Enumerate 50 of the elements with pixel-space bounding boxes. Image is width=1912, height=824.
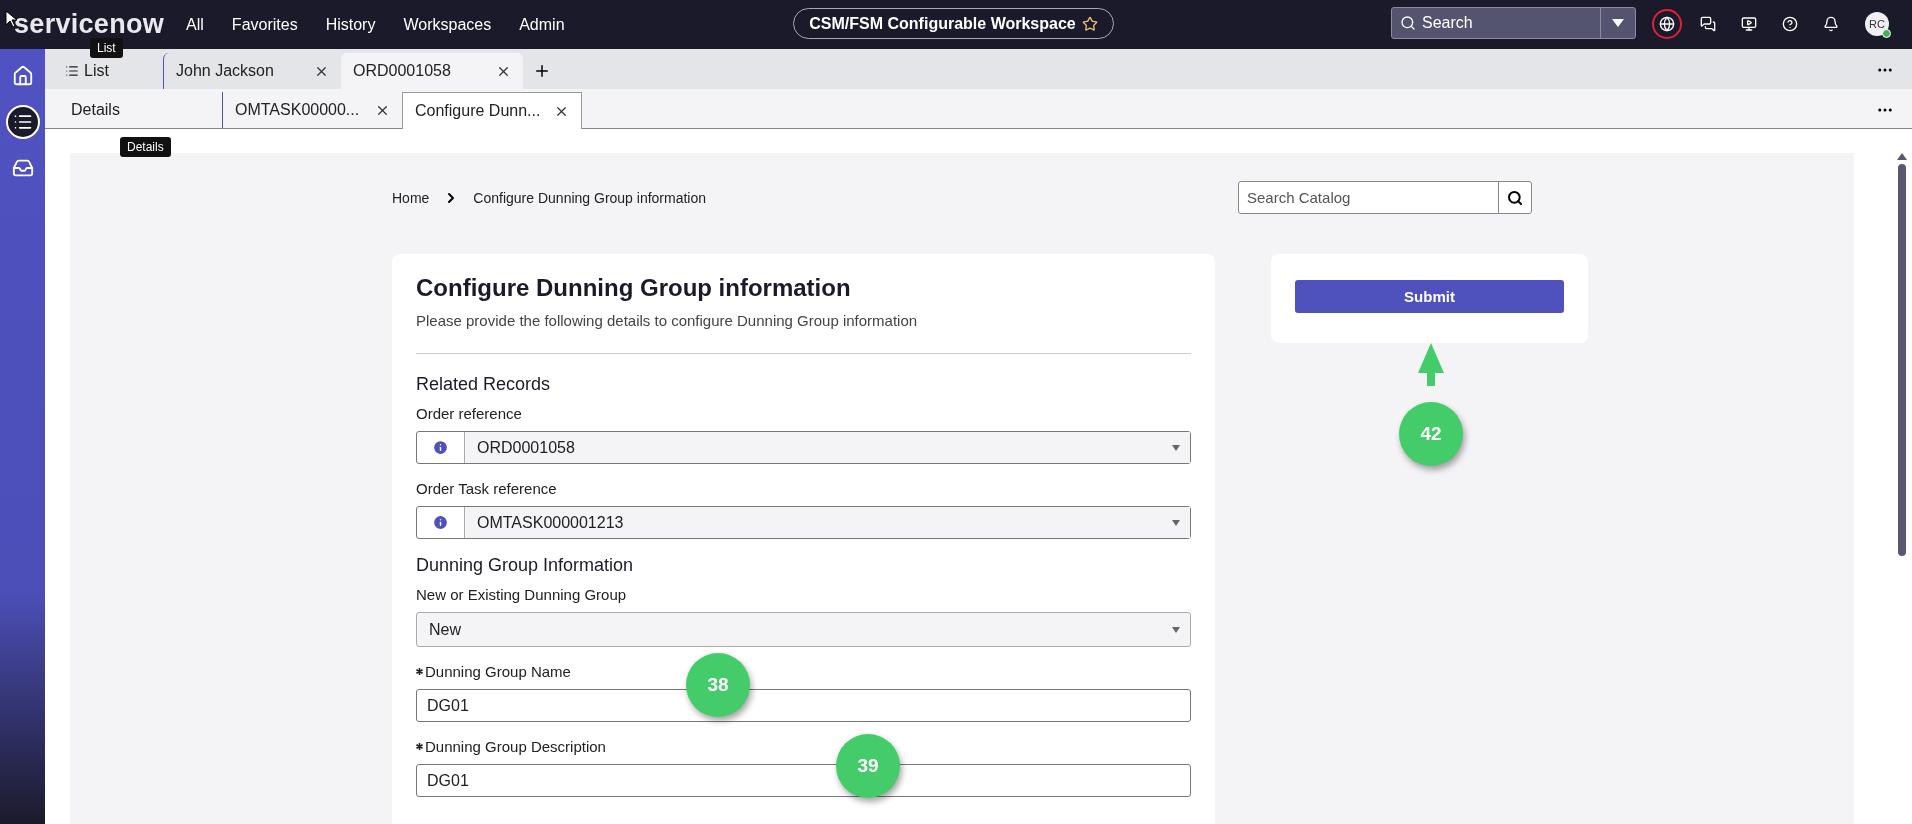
tab[interactable]: ORD0001058 <box>341 53 523 89</box>
globe-icon[interactable] <box>1652 9 1682 39</box>
tooltip: Details <box>120 137 171 157</box>
list-icon <box>65 64 79 78</box>
dropdown-caret-icon <box>1172 444 1180 451</box>
search-icon[interactable] <box>1507 189 1523 206</box>
dropdown-caret-icon <box>1172 626 1180 633</box>
menu-item[interactable]: Workspaces <box>403 15 492 34</box>
list-icon[interactable] <box>5 105 40 139</box>
menu-item[interactable]: All <box>186 15 204 34</box>
scroll-up-icon[interactable] <box>1897 153 1907 160</box>
submit-button[interactable]: Submit <box>1295 280 1564 313</box>
catalog-search-field[interactable]: Search Catalog <box>1238 181 1532 214</box>
menu-item[interactable]: History <box>325 15 376 34</box>
field-label: Dunning Group Name <box>425 663 571 680</box>
logo[interactable]: servicenow <box>14 9 165 40</box>
add-tab-icon[interactable] <box>533 62 551 80</box>
menu-item[interactable]: Favorites <box>231 15 298 34</box>
step-marker: 42 <box>1399 402 1463 466</box>
search-field[interactable]: Search <box>1391 7 1636 39</box>
field-value: ORD0001058 <box>477 438 575 457</box>
field-label: Dunning Group Description <box>425 738 606 755</box>
breadcrumb-link[interactable]: Home <box>392 189 430 206</box>
tab[interactable]: Details <box>59 92 222 128</box>
dropdown-caret-icon <box>1172 519 1180 526</box>
field-label: Order Task reference <box>416 480 557 497</box>
form-title: Configure Dunning Group information <box>416 274 852 302</box>
section-heading: Related Records <box>416 374 552 395</box>
choice-field[interactable]: New <box>416 612 1191 647</box>
star-icon[interactable] <box>1081 15 1098 32</box>
status-dot <box>1882 29 1891 38</box>
field-label: Order reference <box>416 405 522 422</box>
reference-field[interactable]: ORD0001058 <box>416 431 1191 464</box>
section-heading: Dunning Group Information <box>416 555 635 576</box>
breadcrumb-link[interactable]: Configure Dunning Group information <box>473 189 707 206</box>
form-description: Please provide the following details to configure Dunning Group information <box>416 312 919 329</box>
menu-item[interactable]: Admin <box>519 15 565 34</box>
field-label: New or Existing Dunning Group <box>416 586 627 603</box>
reference-field[interactable]: OMTASK000001213 <box>416 506 1191 539</box>
scroll-thumb[interactable] <box>1898 164 1906 556</box>
step-marker: 39 <box>836 734 900 798</box>
tooltip: List <box>90 38 123 58</box>
step-marker: 38 <box>686 653 750 717</box>
arrow-icon <box>1416 343 1446 388</box>
search-icon <box>1400 15 1416 31</box>
field-value: OMTASK000001213 <box>477 513 624 532</box>
avatar[interactable]: RC <box>1865 12 1889 36</box>
tab[interactable]: Configure Dunn... <box>402 92 582 129</box>
cursor-icon <box>5 10 17 28</box>
caret-icon <box>1612 19 1624 27</box>
